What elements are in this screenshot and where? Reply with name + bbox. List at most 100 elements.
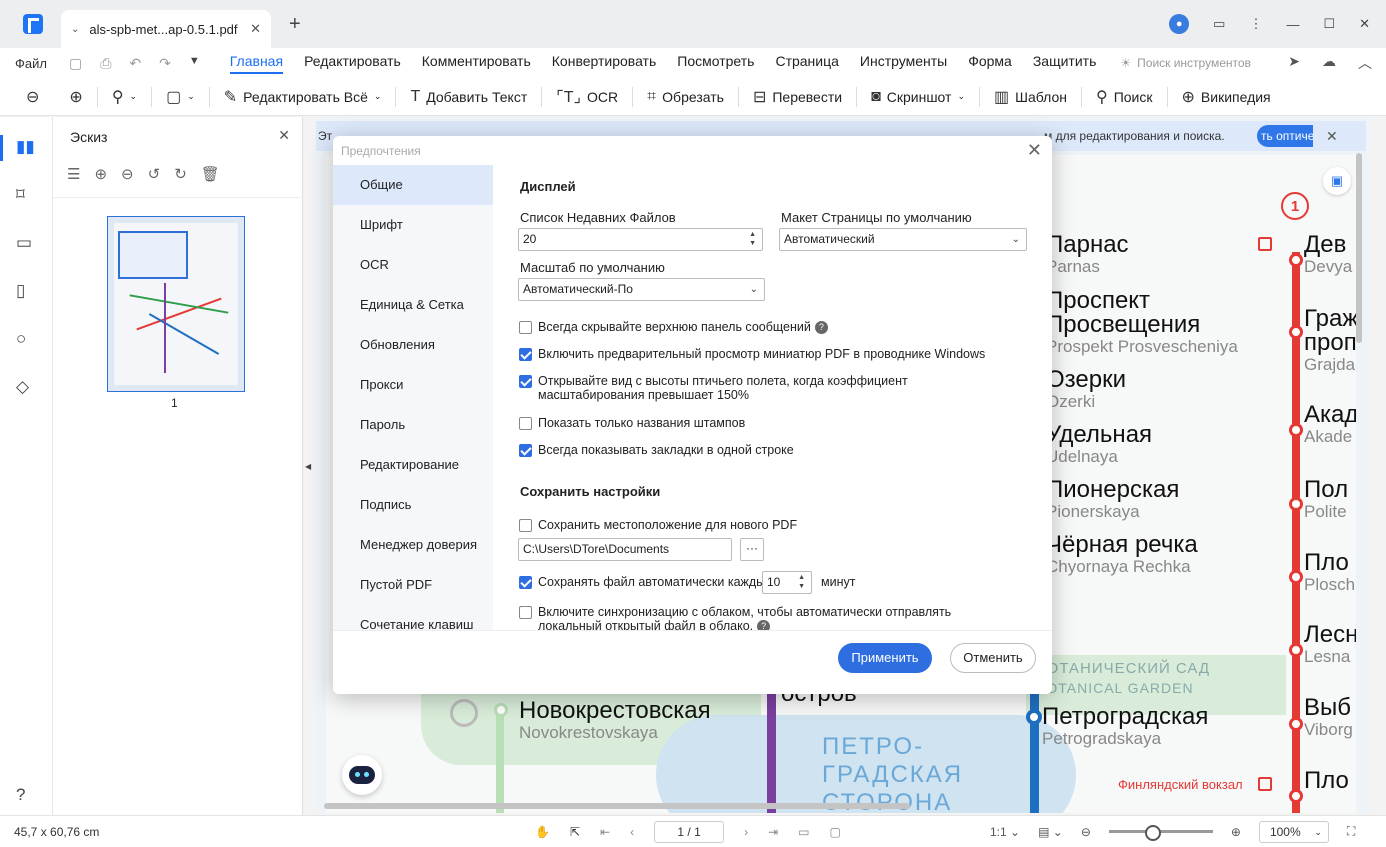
dialog-close-icon[interactable]: ✕ [1027,140,1042,161]
checkbox[interactable] [519,576,532,589]
chevron-down-icon[interactable]: ⌄ [71,24,79,35]
nav-ocr[interactable]: OCR [333,245,493,285]
zoom-out-button[interactable]: ⊖ [26,87,39,107]
thumbnails-icon[interactable]: ▮▮ [16,137,35,157]
browse-button[interactable]: ··· [740,538,764,561]
shape-tool-button[interactable]: ▢ ⌄ [166,87,195,107]
option-birds-eye-view[interactable]: Открывайте вид с высоты птичьего полета,… [519,374,1019,402]
fit-width-icon[interactable]: ▭ [798,825,809,839]
more-icon[interactable]: ⋮ [1249,16,1262,32]
tool-search[interactable]: ☀ Поиск инструментов [1120,56,1251,70]
add-text-button[interactable]: T Добавить Текст [410,88,527,106]
crop-button[interactable]: ⌗ Обрезать [647,88,724,106]
checkbox[interactable] [519,375,532,388]
nav-shortcuts[interactable]: Сочетание клавиш [333,605,493,630]
attachment-icon[interactable]: ▯ [16,281,25,301]
thumbnail-zoom-in-icon[interactable]: ⊕ [94,165,107,183]
select-tool-icon[interactable]: ⇱ [570,825,580,839]
bookmark-icon[interactable]: ⌑ [16,185,25,205]
minimize-button[interactable]: — [1286,17,1299,32]
feedback-icon[interactable]: ▭ [1213,16,1225,32]
page-thumbnail[interactable] [107,216,245,392]
nav-password[interactable]: Пароль [333,405,493,445]
panel-close-icon[interactable]: ✕ [278,127,290,144]
help-icon[interactable]: ? [814,321,828,335]
view-mode-icon[interactable]: ▤ ⌄ [1038,825,1063,839]
send-icon[interactable]: ➤ [1288,53,1300,73]
checkbox[interactable] [519,519,532,532]
menu-file[interactable]: Файл [15,56,47,71]
autosave-interval-stepper[interactable]: 10 ▲ ▼ [762,571,812,594]
rotate-right-icon[interactable]: ↻ [174,165,187,183]
nav-signature[interactable]: Подпись [333,485,493,525]
checkbox[interactable] [519,417,532,430]
maximize-button[interactable]: ☐ [1323,16,1335,32]
recent-files-stepper[interactable]: 20 ▲ ▼ [518,228,763,251]
layers-icon[interactable]: ◇ [16,377,29,397]
option-save-location[interactable]: Сохранить местоположение для нового PDF [519,518,1019,532]
default-zoom-select[interactable]: Автоматический-По ⌄ [518,278,765,301]
print-icon[interactable]: ⎙ [100,55,111,72]
thumbnail-zoom-out-icon[interactable]: ⊖ [121,165,134,183]
menu-tools[interactable]: Инструменты [860,53,947,74]
next-page-icon[interactable]: › [744,825,748,839]
highlight-tool-button[interactable]: ⚲ ⌄ [112,87,137,107]
stepper-arrows-icon[interactable]: ▲ ▼ [798,573,805,591]
hand-tool-icon[interactable]: ✋ [535,825,550,839]
tab-close-icon[interactable]: ✕ [250,21,261,37]
user-avatar[interactable]: ● [1169,14,1190,34]
menu-form[interactable]: Форма [968,53,1012,74]
last-page-icon[interactable]: ⇥ [768,825,778,839]
ai-assistant-button[interactable] [342,755,382,795]
close-window-button[interactable]: ✕ [1359,16,1370,32]
search-panel-icon[interactable]: ○ [16,329,26,349]
translate-button[interactable]: ⊟ Перевести [753,87,842,107]
option-cloud-sync[interactable]: Включите синхронизацию с облаком, чтобы … [519,605,1019,630]
checkbox[interactable] [519,348,532,361]
status-zoom-in-icon[interactable]: ⊕ [1231,825,1241,839]
menu-convert[interactable]: Конвертировать [552,53,657,74]
zoom-in-button[interactable]: ⊕ [69,87,82,107]
nav-general[interactable]: Общие [333,165,493,205]
nav-units-grid[interactable]: Единица & Сетка [333,285,493,325]
menu-comment[interactable]: Комментировать [422,53,531,74]
save-icon[interactable]: ▢ [69,55,82,72]
nav-editing[interactable]: Редактирование [333,445,493,485]
apply-button[interactable]: Применить [838,643,932,673]
nav-proxy[interactable]: Прокси [333,365,493,405]
undo-icon[interactable]: ↶ [129,55,141,72]
help-icon[interactable]: ? [16,785,25,805]
template-button[interactable]: ▥ Шаблон [994,87,1067,107]
menu-home[interactable]: Главная [229,53,284,74]
banner-close-icon[interactable]: ✕ [1326,128,1338,145]
page-layout-select[interactable]: Автоматический ⌄ [779,228,1027,251]
option-stamp-names[interactable]: Показать только названия штампов [519,416,1019,430]
quick-access-dropdown-icon[interactable]: ▼ [189,55,200,72]
delete-page-icon[interactable]: 🗑 [201,165,220,183]
nav-font[interactable]: Шрифт [333,205,493,245]
thumbnail-options-icon[interactable]: ☰ [67,165,80,183]
new-tab-button[interactable]: + [289,13,301,36]
search-button[interactable]: ⚲ Поиск [1096,87,1153,107]
nav-blank-pdf[interactable]: Пустой PDF [333,565,493,605]
option-hide-message-bar[interactable]: Всегда скрывайте верхнюю панель сообщени… [519,320,1019,335]
fullscreen-icon[interactable]: ⛶ [1347,824,1355,839]
zoom-level-select[interactable]: 100% ⌄ [1258,820,1329,843]
first-page-icon[interactable]: ⇤ [600,825,610,839]
stepper-arrows-icon[interactable]: ▲ ▼ [749,230,756,248]
menu-edit[interactable]: Редактировать [304,53,401,74]
option-bookmarks-single-line[interactable]: Всегда показывать закладки в одной строк… [519,443,1019,457]
option-thumbnail-preview[interactable]: Включить предварительный просмотр миниат… [519,347,1019,361]
nav-updates[interactable]: Обновления [333,325,493,365]
nav-trust-manager[interactable]: Менеджер доверия [333,525,493,565]
collapse-panel-handle[interactable]: ◀ [305,462,311,471]
cancel-button[interactable]: Отменить [950,643,1036,673]
checkbox[interactable] [519,606,532,619]
checkbox[interactable] [519,321,532,334]
wikipedia-button[interactable]: ⊕ Википедия [1182,87,1271,107]
save-path-field[interactable]: C:\Users\DTore\Documents [518,538,732,561]
edit-all-button[interactable]: ✎ Редактировать Всё ⌄ [224,87,382,107]
collapse-ribbon-icon[interactable]: ︿ [1358,53,1372,73]
menu-protect[interactable]: Защитить [1033,53,1097,74]
upload-cloud-icon[interactable]: ☁ [1322,53,1336,73]
